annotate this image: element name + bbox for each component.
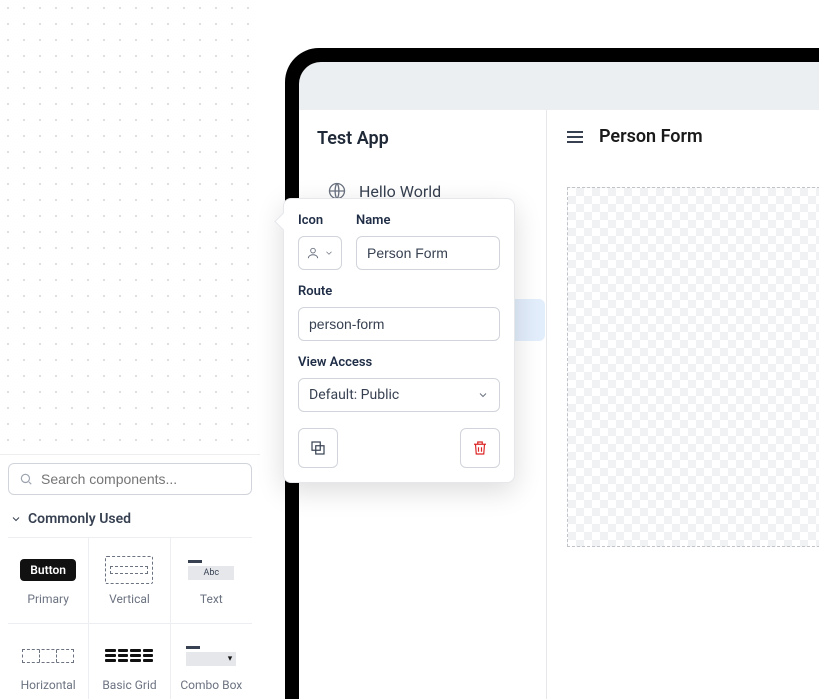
tab-views[interactable]: Views bbox=[9, 51, 131, 83]
grid-icon bbox=[105, 649, 153, 662]
layout-dropzone[interactable] bbox=[567, 187, 819, 547]
palette-item-label: Vertical bbox=[109, 592, 150, 606]
view-item-menu[interactable]: ⋮ bbox=[225, 199, 245, 215]
field-label-icon: Icon bbox=[298, 213, 342, 228]
view-name-input[interactable] bbox=[356, 236, 500, 270]
globe-icon bbox=[14, 102, 32, 118]
combobox-icon: ▾ bbox=[186, 646, 236, 666]
view-item-menu[interactable]: ⋮ bbox=[226, 134, 246, 150]
field-label-access: View Access bbox=[298, 355, 500, 370]
duplicate-view-button[interactable] bbox=[298, 428, 338, 468]
delete-view-button[interactable] bbox=[460, 428, 500, 468]
palette-item-label: Text bbox=[200, 592, 223, 606]
chevron-down-icon: ▾ bbox=[36, 18, 41, 28]
vaadin-logo-icon bbox=[19, 16, 33, 30]
trash-icon bbox=[471, 439, 489, 457]
palette-item-label: Combo Box bbox=[180, 678, 242, 692]
person-icon bbox=[306, 246, 320, 260]
field-label-name: Name bbox=[356, 213, 500, 228]
palette-item-grid[interactable]: Basic Grid bbox=[89, 624, 170, 699]
view-item-label: About bbox=[42, 134, 216, 150]
search-icon bbox=[19, 472, 33, 486]
horizontal-layout-icon bbox=[22, 649, 74, 663]
field-label-route: Route bbox=[298, 284, 500, 299]
person-icon bbox=[15, 199, 33, 215]
tab-theme[interactable]: Theme bbox=[131, 51, 252, 83]
view-item-menu[interactable]: ⋮ bbox=[226, 166, 246, 182]
button-preview: Button bbox=[20, 559, 76, 581]
palette-item-label: Primary bbox=[27, 592, 68, 606]
add-view-button[interactable]: Add View bbox=[6, 224, 254, 260]
view-access-select[interactable]: Default: Public bbox=[298, 378, 500, 412]
dashboard-icon bbox=[14, 166, 32, 182]
palette-group-toggle[interactable]: Commonly Used bbox=[8, 507, 252, 537]
view-item-label: Dashboard bbox=[42, 166, 216, 182]
document-icon bbox=[14, 134, 32, 150]
plus-icon bbox=[14, 234, 30, 250]
view-item-person-form[interactable]: Person Form ⋮ bbox=[6, 190, 254, 224]
app-switcher[interactable]: ▾ bbox=[10, 10, 50, 36]
palette-item-button[interactable]: Button Primary bbox=[8, 538, 89, 624]
component-search-input[interactable] bbox=[41, 471, 241, 487]
view-settings-popover: Icon Name Route View Access Default: Pub… bbox=[283, 198, 515, 483]
view-item-dashboard[interactable]: Dashboard ⋮ bbox=[6, 158, 254, 190]
palette-item-horizontal[interactable]: Horizontal bbox=[8, 624, 89, 699]
palette-item-textfield[interactable]: Abc Text bbox=[171, 538, 252, 624]
view-item-about[interactable]: About ⋮ bbox=[6, 126, 254, 158]
app-menu-button[interactable]: ⋮ bbox=[228, 21, 248, 25]
vertical-layout-icon bbox=[105, 556, 153, 584]
palette-item-label: Horizontal bbox=[21, 678, 76, 692]
preview-page-title: Person Form bbox=[599, 126, 703, 147]
drawer-toggle-button[interactable] bbox=[567, 131, 583, 143]
chevron-down-icon bbox=[324, 248, 334, 258]
copy-icon bbox=[309, 439, 327, 457]
preview-app-title: Test App bbox=[317, 128, 534, 149]
component-search[interactable] bbox=[8, 463, 252, 495]
chevron-down-icon bbox=[10, 513, 22, 525]
view-route-input[interactable] bbox=[298, 307, 500, 341]
palette-item-label: Basic Grid bbox=[102, 678, 156, 692]
app-title: Test App bbox=[62, 14, 216, 32]
sidebar-tabs: Views Theme bbox=[8, 50, 252, 84]
add-view-label: Add View bbox=[40, 234, 99, 250]
chevron-down-icon bbox=[477, 389, 489, 401]
palette-item-vertical[interactable]: Vertical bbox=[89, 538, 170, 624]
palette-item-combobox[interactable]: ▾ Combo Box bbox=[171, 624, 252, 699]
palette-group-label: Commonly Used bbox=[28, 511, 131, 527]
view-item-menu[interactable]: ⋮ bbox=[226, 102, 246, 118]
textfield-icon: Abc bbox=[188, 560, 234, 580]
view-item-hello-world[interactable]: Hello World ⋮ bbox=[6, 94, 254, 126]
icon-picker[interactable] bbox=[298, 236, 342, 270]
view-access-value: Default: Public bbox=[309, 387, 399, 403]
view-item-label: Hello World bbox=[42, 102, 216, 118]
view-item-label: Person Form bbox=[43, 199, 215, 215]
